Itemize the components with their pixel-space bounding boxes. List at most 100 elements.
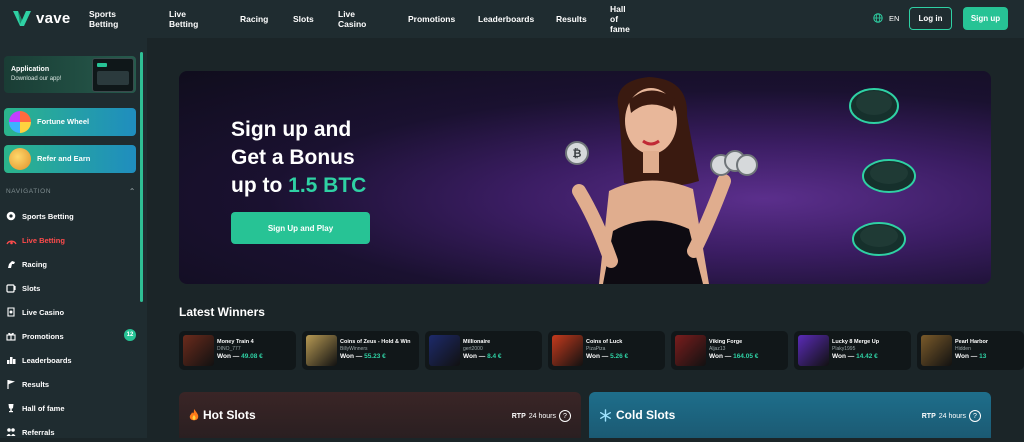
help-icon[interactable]: ? [559,410,571,422]
nav-live-casino[interactable]: Live Casino [338,9,366,29]
hot-slots-title: Hot Slots [189,408,256,422]
latest-winners-title: Latest Winners [179,305,265,319]
flag-icon [5,378,17,390]
hot-rtp-filter[interactable]: RTP 24 hours ? [512,410,571,422]
sidebar-item-label: Sports Betting [22,211,74,221]
login-button[interactable]: Log in [909,7,952,30]
hero-line-3-prefix: up to [231,174,289,197]
rtp-label: RTP [921,412,936,420]
winner-card[interactable]: Coins of Zeus - Hold & Win BillyWinners Wo… [302,331,419,370]
won-amount: 164.05 € [733,353,759,360]
winner-amount-line: Won — 55.23 € [340,353,386,360]
hero-line-1: Sign up and [231,118,352,141]
winner-card[interactable]: Money Train 4 DINO_777 Won — 49.08 € [179,331,296,370]
help-icon[interactable]: ? [969,410,981,422]
language-code: EN [889,13,900,23]
navigation-heading[interactable]: NAVIGATION ⌃ [6,187,136,196]
won-label: Won — [586,353,609,360]
sidebar: Application Download our app! Fortune Wh… [0,38,147,438]
nav-leaderboards[interactable]: Leaderboards [478,14,534,24]
cold-slots-title: Cold Slots [599,408,675,422]
sidebar-item-live-casino[interactable]: Live Casino [4,302,136,322]
winner-game-name: Viking Forge [709,339,743,345]
sidebar-scrollbar[interactable] [140,52,143,302]
won-label: Won — [955,353,978,360]
app-card-subtitle: Download our app! [11,76,62,82]
vave-logo[interactable]: vave [12,9,71,27]
live-icon [5,234,17,246]
app-download-card[interactable]: Application Download our app! [4,56,136,93]
phone-screenshot [92,58,134,92]
referrals-icon [5,426,17,438]
winner-amount-line: Won — 13 [955,353,986,360]
sidebar-item-label: Racing [22,259,48,269]
promo-refer-and-earn[interactable]: Refer and Earn [4,145,136,173]
game-thumbnail [675,335,706,366]
navigation-heading-label: NAVIGATION [6,188,52,195]
winner-card[interactable]: Viking Forge Aljaz13 Won — 164.05 € [671,331,788,370]
nav-results[interactable]: Results [556,14,587,24]
coins-icon [9,148,31,170]
won-label: Won — [217,353,240,360]
winner-card[interactable]: Pearl Harbor Hidden Won — 13 [917,331,1024,370]
winner-username: Aljaz13 [709,346,726,352]
won-amount: 13 [979,353,987,360]
sidebar-item-label: Referrals [22,427,55,437]
vave-logo-icon [13,11,31,26]
logo-text: vave [36,9,71,27]
game-thumbnail [921,335,952,366]
slot-icon [5,282,17,294]
cold-rtp-filter[interactable]: RTP 24 hours ? [922,410,981,422]
floating-coins-image [849,88,916,256]
winner-username: BillyWinners [340,346,368,352]
won-label: Won — [832,353,855,360]
winner-amount-line: Won — 49.08 € [217,353,263,360]
promotions-count-badge: 12 [124,329,136,341]
sidebar-item-hall-of-fame[interactable]: Hall of fame [4,398,136,418]
sidebar-item-label: Leaderboards [22,355,72,365]
promo-label: Fortune Wheel [37,117,90,126]
winner-game-name: Pearl Harbor [955,339,989,345]
sidebar-item-sports-betting[interactable]: Sports Betting [4,206,136,226]
signup-button[interactable]: Sign up [963,7,1008,30]
language-selector[interactable]: EN [873,13,899,23]
nav-sports-betting[interactable]: Sports Betting [89,9,118,29]
game-thumbnail [306,335,337,366]
nav-live-betting[interactable]: Live Betting [169,9,198,29]
sidebar-item-leaderboards[interactable]: Leaderboards [4,350,136,370]
game-thumbnail [429,335,460,366]
chevron-up-icon: ⌃ [128,187,136,196]
winner-card[interactable]: Millionaire gert2000 Won — 8.4 € [425,331,542,370]
promo-fortune-wheel[interactable]: Fortune Wheel [4,108,136,136]
rtp-period: 24 hours [528,412,556,420]
sidebar-item-results[interactable]: Results [4,374,136,394]
sidebar-item-slots[interactable]: Slots [4,278,136,298]
winner-amount-line: Won — 164.05 € [709,353,758,360]
sidebar-item-label: Slots [22,283,41,293]
sidebar-item-referrals[interactable]: Referrals [4,422,136,442]
winner-card[interactable]: Lucky 8 Merge Up Plaky1995 Won — 14.42 € [794,331,911,370]
nav-hall-of-fame[interactable]: Hall of fame [610,4,630,34]
horse-icon [5,258,17,270]
hero-headline: Sign up and Get a Bonus up to 1.5 BTC [231,116,366,200]
nav-racing[interactable]: Racing [240,14,268,24]
gift-icon [5,330,17,342]
rtp-period: 24 hours [938,412,966,420]
fortune-wheel-icon [9,111,31,133]
sidebar-item-promotions[interactable]: Promotions 12 [4,326,136,346]
hot-slots-label: Hot Slots [203,408,256,422]
top-bar: vave Sports Betting Live Betting Racing … [0,0,1024,38]
hero-banner[interactable]: Sign up and Get a Bonus up to 1.5 BTC Si… [179,71,991,284]
winner-card[interactable]: Coins of Luck PizaPiza Won — 5.26 € [548,331,665,370]
sidebar-item-label: Hall of fame [22,403,65,413]
sidebar-item-live-betting[interactable]: Live Betting [4,230,136,250]
winner-game-name: Lucky 8 Merge Up [832,339,880,345]
sidebar-item-label: Live Betting [22,235,65,245]
winner-username: PizaPiza [586,346,606,352]
nav-promotions[interactable]: Promotions [408,14,455,24]
nav-slots[interactable]: Slots [293,14,314,24]
sidebar-item-racing[interactable]: Racing [4,254,136,274]
winner-amount-line: Won — 14.42 € [832,353,878,360]
sign-up-and-play-button[interactable]: Sign Up and Play [231,212,370,244]
trophy-icon [5,402,17,414]
